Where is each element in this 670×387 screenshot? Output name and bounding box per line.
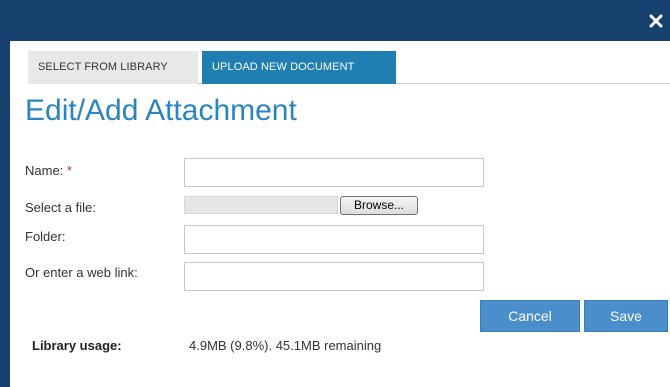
library-usage-value: 4.9MB (9.8%). 45.1MB remaining: [189, 338, 382, 353]
browse-button[interactable]: Browse...: [340, 196, 418, 215]
name-field[interactable]: [184, 158, 484, 187]
folder-field[interactable]: [184, 225, 484, 254]
file-path-display[interactable]: [184, 196, 338, 214]
folder-label: Folder:: [25, 229, 66, 244]
dialog-titlebar: [0, 0, 670, 41]
tab-select-from-library[interactable]: SELECT FROM LIBRARY: [28, 51, 198, 84]
weblink-label: Or enter a web link:: [25, 265, 138, 280]
close-icon[interactable]: [648, 13, 664, 29]
attachment-dialog: SELECT FROM LIBRARY UPLOAD NEW DOCUMENT …: [0, 0, 670, 387]
name-label: Name: *: [25, 163, 72, 178]
name-label-text: Name:: [25, 163, 64, 178]
tab-upload-new-document[interactable]: UPLOAD NEW DOCUMENT: [202, 51, 396, 84]
required-marker: *: [66, 163, 72, 178]
tab-bar: SELECT FROM LIBRARY UPLOAD NEW DOCUMENT: [28, 51, 670, 84]
file-label: Select a file:: [25, 200, 96, 215]
library-usage-label: Library usage:: [32, 338, 122, 353]
cancel-button[interactable]: Cancel: [480, 300, 580, 332]
dialog-left-border: [0, 0, 10, 387]
weblink-field[interactable]: [184, 262, 484, 291]
close-icon-glyph: [649, 14, 663, 28]
save-button[interactable]: Save: [584, 300, 668, 332]
page-title: Edit/Add Attachment: [25, 94, 297, 127]
